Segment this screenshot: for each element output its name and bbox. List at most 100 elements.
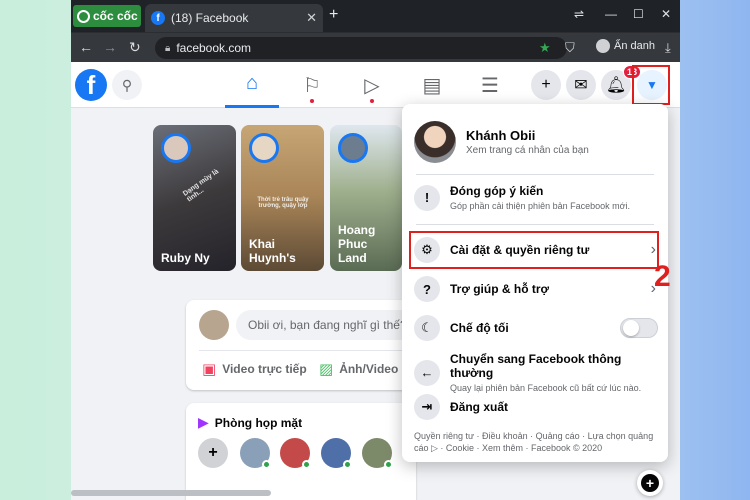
divider [416, 224, 654, 225]
highlight-box-dropdown [632, 65, 670, 105]
menu-item-classic-facebook[interactable]: ← Chuyển sang Facebook thông thường Quay… [410, 352, 660, 393]
facebook-logo-icon[interactable]: f [75, 69, 107, 101]
moon-icon: ☾ [414, 315, 440, 341]
menu-item-subtitle: Quay lại phiên bản Facebook cũ bất cứ lú… [450, 383, 642, 393]
story-name: Hoang Phuc Land [338, 223, 376, 265]
back-arrow-icon[interactable]: ← [79, 39, 93, 55]
profile-link[interactable]: Khánh Obii Xem trang cá nhân của bạn [410, 114, 660, 170]
tab-bar: cốc cốc f (18) Facebook ✕ + ⇌ — ☐ ✕ [71, 0, 680, 32]
new-message-button[interactable]: + [637, 470, 663, 496]
incognito-avatar-icon [596, 39, 610, 53]
help-icon: ? [414, 276, 440, 302]
story-card[interactable]: Dạng mùy là tình... Ruby Ny [153, 125, 236, 271]
rooms-panel: ▶ Phòng họp mặt + [186, 403, 416, 500]
online-dot [384, 460, 393, 469]
live-video-button[interactable]: ▣ Video trực tiếp [202, 360, 307, 378]
incognito-indicator[interactable]: Ẩn danh [596, 39, 655, 53]
avatar[interactable] [321, 438, 352, 469]
address-bar: ← → ↻ 🔒︎ facebook.com ★ ⛉ Ẩn danh ⤓ [71, 32, 680, 62]
menu-item-label: Chuyển sang Facebook thông thường [450, 352, 622, 380]
minimize-icon[interactable]: — [605, 7, 617, 21]
room-video-icon: ▶ [198, 414, 209, 430]
incognito-label: Ẩn danh [614, 40, 655, 52]
post-composer: Obii ơi, bạn đang nghĩ gì thế? ▣ Video t… [186, 300, 416, 390]
profile-name: Khánh Obii [466, 128, 536, 143]
profile-subtitle: Xem trang cá nhân của bạn [466, 145, 589, 156]
avatar [414, 121, 456, 163]
tab-facebook[interactable]: f (18) Facebook ✕ [145, 4, 323, 32]
feedback-icon: ! [414, 184, 440, 211]
forward-arrow-icon[interactable]: → [103, 39, 117, 55]
photo-video-button[interactable]: ▨ Ảnh/Video [319, 360, 398, 378]
back-arrow-icon: ← [414, 359, 440, 386]
divider [199, 350, 416, 351]
messenger-icon[interactable]: ✉ [566, 70, 596, 100]
url-input[interactable]: 🔒︎ facebook.com [155, 37, 567, 59]
photo-icon: ▨ [319, 361, 334, 378]
story-overlay-text: Dạng mùy là tình... [181, 168, 221, 204]
close-tab-icon[interactable]: ✕ [306, 10, 317, 26]
plus-icon: + [641, 474, 659, 492]
tab-menu-icon[interactable]: ⇌ [574, 7, 584, 21]
coccoc-brand: cốc cốc [93, 9, 138, 23]
menu-icon[interactable]: ☰ [463, 62, 517, 108]
account-menu: Khánh Obii Xem trang cá nhân của bạn ! Đ… [402, 104, 668, 462]
online-dot [343, 460, 352, 469]
new-dot [370, 99, 374, 103]
menu-item-feedback[interactable]: ! Đóng góp ý kiến Góp phần cải thiện phi… [410, 184, 660, 211]
facebook-header: f ⚲ ⌂ ⚐ ▷ ▤ ☰ + ✉ 🔔︎ 18 ▼ [71, 62, 680, 108]
dark-mode-toggle[interactable] [620, 318, 658, 338]
avatar[interactable] [240, 438, 271, 469]
story-overlay-text: Thời trẻ trâu quậy trường, quậy lớp [257, 197, 309, 209]
horizontal-scrollbar[interactable] [71, 490, 271, 496]
highlight-box-settings [409, 231, 659, 269]
search-icon[interactable]: ⚲ [112, 70, 142, 100]
online-dot [262, 460, 271, 469]
rooms-header: ▶ Phòng họp mặt [198, 414, 302, 431]
menu-footer-links[interactable]: Quyền riêng tư · Điều khoản · Quảng cáo … [414, 430, 660, 454]
close-window-icon[interactable]: ✕ [661, 7, 671, 21]
photo-video-label: Ảnh/Video [339, 362, 399, 376]
logout-icon: ⇥ [414, 394, 440, 420]
online-dot [302, 460, 311, 469]
video-icon[interactable]: ▷ [345, 62, 399, 108]
avatar[interactable] [362, 438, 393, 469]
browser-window: cốc cốc f (18) Facebook ✕ + ⇌ — ☐ ✕ ← → … [71, 0, 680, 500]
create-icon[interactable]: + [531, 70, 561, 100]
menu-item-label: Trợ giúp & hỗ trợ [450, 282, 550, 296]
url-text: facebook.com [176, 41, 252, 55]
story-card[interactable]: Thời trẻ trâu quậy trường, quậy lớp Khai… [241, 125, 324, 271]
live-video-label: Video trực tiếp [222, 362, 307, 376]
maximize-icon[interactable]: ☐ [633, 7, 644, 21]
step-2-label: 2 [654, 260, 671, 293]
story-name: Ruby Ny [161, 251, 210, 265]
story-avatar [161, 133, 191, 163]
story-name: Khai Huynh's [249, 237, 296, 265]
coccoc-logo[interactable]: cốc cốc [73, 5, 141, 27]
reload-icon[interactable]: ↻ [129, 39, 141, 56]
story-card[interactable]: Hoang Phuc Land [330, 125, 402, 271]
shield-icon[interactable]: ⛉ [565, 40, 575, 56]
avatar[interactable] [199, 310, 229, 340]
new-dot [310, 99, 314, 103]
create-room-button[interactable]: + [198, 438, 228, 468]
menu-item-subtitle: Góp phần cải thiện phiên bản Facebook mớ… [450, 201, 631, 211]
facebook-favicon-icon: f [151, 11, 165, 25]
status-input[interactable]: Obii ơi, bạn đang nghĩ gì thế? [236, 310, 416, 340]
marketplace-icon[interactable]: ▤ [405, 62, 459, 108]
menu-item-label: Đóng góp ý kiến [450, 184, 544, 198]
menu-item-label: Đăng xuất [450, 400, 509, 414]
home-icon[interactable]: ⌂ [225, 62, 279, 108]
live-video-icon: ▣ [202, 361, 217, 378]
menu-item-help-support[interactable]: ? Trợ giúp & hỗ trợ › [410, 276, 660, 302]
menu-item-dark-mode[interactable]: ☾ Chế độ tối [410, 315, 660, 341]
menu-item-logout[interactable]: ⇥ Đăng xuất [410, 394, 660, 420]
avatar[interactable] [280, 438, 311, 469]
story-avatar [338, 133, 368, 163]
flag-icon[interactable]: ⚐ [285, 62, 339, 108]
new-tab-icon[interactable]: + [329, 6, 338, 24]
download-icon[interactable]: ⤓ [665, 40, 671, 56]
story-avatar [249, 133, 279, 163]
star-icon[interactable]: ★ [539, 40, 551, 56]
divider [416, 174, 654, 175]
